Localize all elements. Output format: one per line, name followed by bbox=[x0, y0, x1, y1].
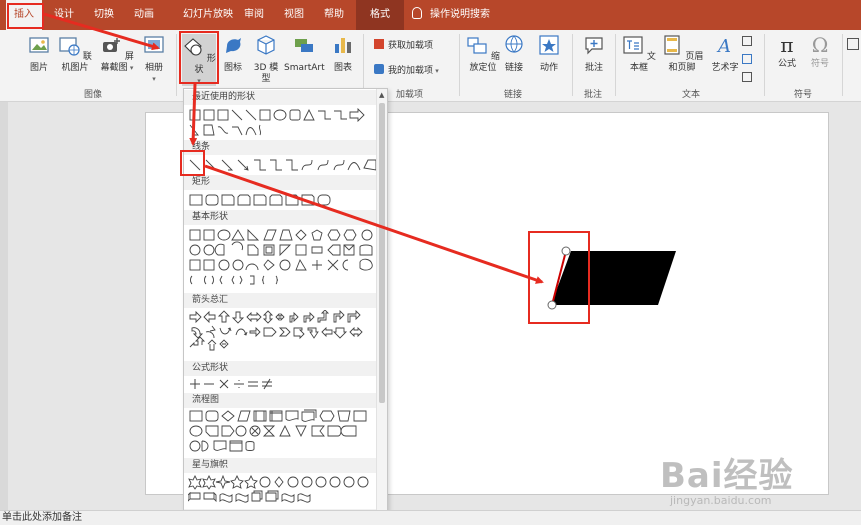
smartart-button[interactable]: SmartArt bbox=[284, 34, 325, 74]
tell-me-search[interactable]: 操作说明搜索 bbox=[412, 0, 490, 30]
annotation-box-shapes-button bbox=[179, 31, 219, 84]
chart-icon bbox=[335, 38, 351, 53]
icons-button[interactable]: 图标 bbox=[221, 34, 245, 74]
group-label-symbols: 符号 bbox=[794, 90, 813, 100]
get-addins-button[interactable]: 获取加载项 bbox=[374, 38, 433, 54]
lines-row[interactable] bbox=[188, 158, 378, 172]
text-extra-1[interactable] bbox=[742, 36, 752, 52]
lightbulb-icon bbox=[412, 7, 422, 19]
tab-help[interactable]: 帮助 bbox=[316, 0, 352, 30]
header-footer-button[interactable]: 页眉和页脚 bbox=[658, 34, 706, 74]
basic-shapes-grid[interactable] bbox=[188, 228, 378, 286]
comment-button[interactable]: 批注 bbox=[580, 34, 608, 74]
scroll-thumb[interactable] bbox=[379, 103, 385, 403]
annotation-box-drawn-line bbox=[528, 231, 590, 324]
tab-review[interactable]: 审阅 bbox=[236, 0, 272, 30]
equation-shapes-row[interactable] bbox=[188, 377, 378, 391]
comment-icon bbox=[585, 37, 603, 55]
text-extra-3[interactable] bbox=[742, 72, 752, 88]
watermark-logo: Bai经验 bbox=[660, 456, 794, 496]
star-action-icon bbox=[539, 35, 559, 55]
3d-model-button[interactable]: 3D 模型 bbox=[251, 34, 281, 85]
store-icon bbox=[374, 39, 384, 49]
group-label-links: 链接 bbox=[504, 90, 523, 100]
link-button[interactable]: 链接 bbox=[502, 34, 526, 74]
recent-shapes-row-2[interactable] bbox=[188, 123, 378, 137]
flowchart-grid[interactable] bbox=[188, 409, 378, 455]
ribbon-tab-bar: 插入 设计 切换 动画 幻灯片放映 审阅 视图 帮助 格式 操作说明搜索 bbox=[0, 0, 861, 30]
watermark-url: jingyan.baidu.com bbox=[670, 494, 772, 507]
group-label-addins: 加载项 bbox=[396, 90, 424, 100]
svg-text:A: A bbox=[716, 36, 731, 56]
section-equation-shapes: 公式形状 bbox=[184, 361, 377, 376]
media-icon bbox=[847, 38, 859, 50]
gallery-scrollbar[interactable]: ▲ bbox=[376, 89, 387, 524]
section-rectangles: 矩形 bbox=[184, 175, 377, 190]
search-label: 操作说明搜索 bbox=[430, 9, 490, 20]
slide-thumbnail-strip[interactable] bbox=[0, 102, 8, 511]
tab-design[interactable]: 设计 bbox=[46, 0, 82, 30]
stars-banners-grid[interactable] bbox=[188, 475, 378, 505]
ribbon: 图片 联机图片 屏幕截图 ▾ 相册 ▾ 图像 形状 ▾ 图标 3D 模型 Sma… bbox=[0, 30, 861, 102]
block-arrows-grid[interactable] bbox=[188, 310, 378, 354]
tab-format[interactable]: 格式 bbox=[356, 0, 404, 30]
wordart-button[interactable]: A 艺术字 bbox=[709, 34, 741, 74]
rect-small-icon bbox=[742, 36, 752, 46]
screenshot-icon bbox=[103, 38, 121, 52]
online-picture-button[interactable]: 联机图片 bbox=[55, 34, 95, 74]
wordart-icon: A bbox=[716, 36, 731, 57]
group-label-text: 文本 bbox=[682, 90, 701, 100]
group-label-images: 图像 bbox=[84, 90, 103, 100]
section-recent-shapes: 最近使用的形状 bbox=[184, 90, 377, 105]
smartart-icon bbox=[295, 39, 313, 52]
picture-button[interactable]: 图片 bbox=[24, 34, 54, 74]
annotation-box-insert-tab bbox=[7, 3, 44, 29]
baidu-watermark: Bai经验 jingyan.baidu.com bbox=[660, 448, 794, 507]
online-picture-icon bbox=[59, 37, 80, 56]
section-basic-shapes: 基本形状 bbox=[184, 210, 377, 225]
addin-icon bbox=[374, 64, 384, 74]
section-flowchart: 流程图 bbox=[184, 393, 377, 408]
shapes-gallery-dropdown[interactable]: 最近使用的形状 线条 矩形 基本形状 箭头总汇 公式形状 流程图 星与旗帜 标注… bbox=[183, 88, 388, 525]
object-icon bbox=[742, 72, 752, 82]
equation-button[interactable]: π 公式 bbox=[772, 34, 802, 70]
text-extra-2[interactable] bbox=[742, 54, 752, 70]
symbol-button[interactable]: Ω 符号 bbox=[806, 34, 834, 70]
textbox-button[interactable]: 文本框 bbox=[622, 34, 656, 74]
action-button[interactable]: 动作 bbox=[534, 34, 564, 74]
datetime-icon bbox=[742, 54, 752, 64]
scroll-up-icon[interactable]: ▲ bbox=[379, 91, 384, 99]
section-stars-banners: 星与旗帜 bbox=[184, 458, 377, 473]
group-label-comments: 批注 bbox=[584, 90, 603, 100]
section-lines: 线条 bbox=[184, 140, 377, 155]
album-icon bbox=[144, 36, 164, 53]
zoom-button[interactable]: 缩放定位 bbox=[466, 34, 500, 74]
album-button[interactable]: 相册 ▾ bbox=[141, 34, 167, 85]
recent-shapes-row-1[interactable] bbox=[188, 108, 378, 122]
rectangles-row[interactable] bbox=[188, 193, 378, 207]
picture-icon bbox=[29, 37, 49, 53]
textbox-icon bbox=[623, 36, 643, 54]
tab-transitions[interactable]: 切换 bbox=[86, 0, 122, 30]
screenshot-button[interactable]: 屏幕截图 ▾ bbox=[96, 34, 138, 74]
globe-link-icon bbox=[505, 35, 523, 53]
icons-icon bbox=[226, 38, 241, 53]
header-footer-icon bbox=[663, 35, 680, 55]
chart-button[interactable]: 图表 bbox=[330, 34, 356, 74]
my-addins-button[interactable]: 我的加载项 ▾ bbox=[374, 63, 439, 79]
section-block-arrows: 箭头总汇 bbox=[184, 293, 377, 308]
zoom-icon bbox=[467, 37, 487, 54]
tab-animations[interactable]: 动画 bbox=[126, 0, 162, 30]
pi-icon: π bbox=[780, 33, 794, 57]
cube-icon bbox=[257, 35, 275, 55]
tab-view[interactable]: 视图 bbox=[276, 0, 312, 30]
media-button[interactable] bbox=[847, 38, 859, 54]
notes-bar[interactable]: 单击此处添加备注 bbox=[0, 510, 861, 525]
omega-icon: Ω bbox=[811, 33, 829, 57]
annotation-box-line-tool bbox=[180, 150, 205, 176]
